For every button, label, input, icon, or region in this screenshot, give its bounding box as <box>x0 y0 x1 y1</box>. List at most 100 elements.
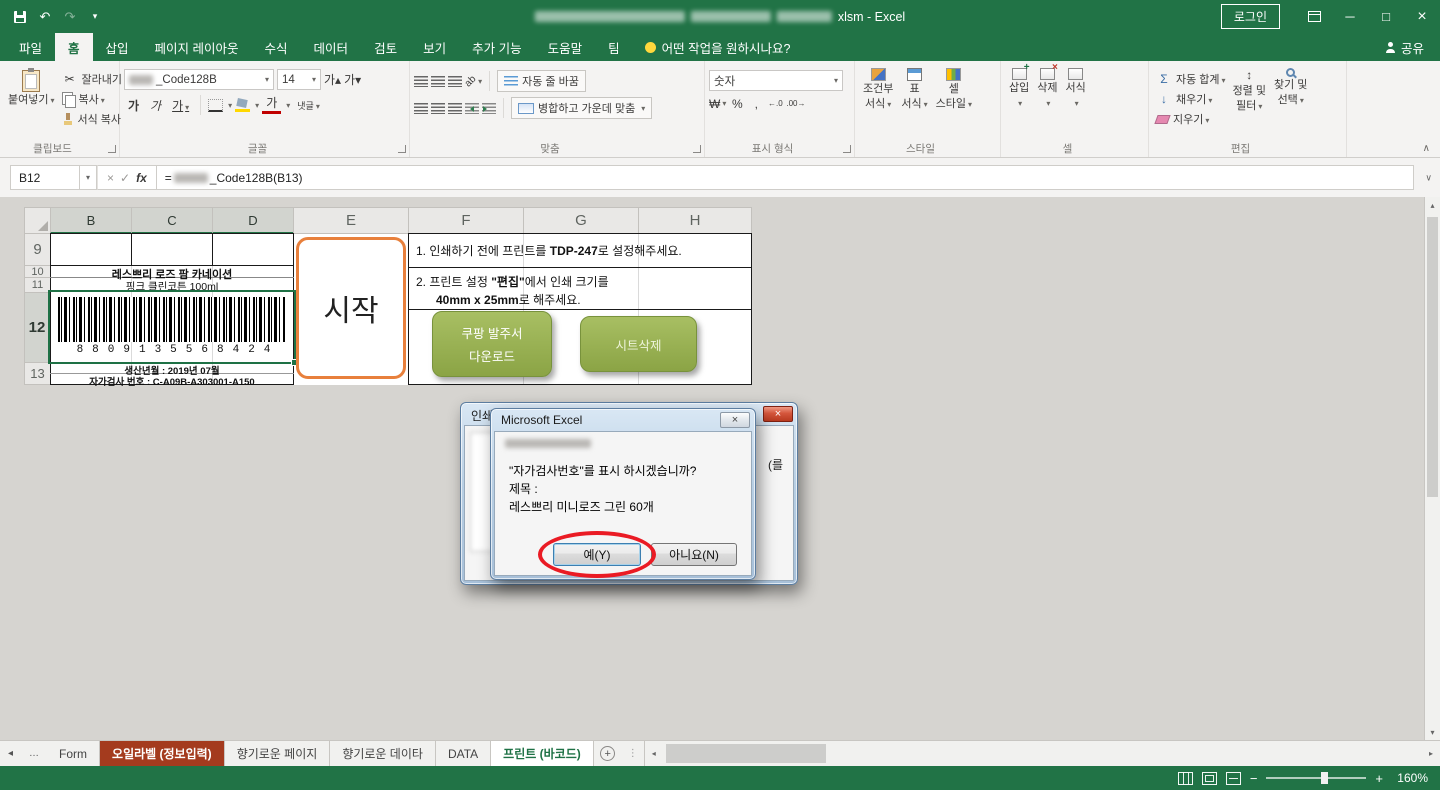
conditional-formatting-button[interactable]: 조건부 서식 <box>859 65 897 113</box>
align-bottom-button[interactable] <box>448 76 462 87</box>
delete-dropdown[interactable] <box>1044 97 1050 110</box>
normal-view-button[interactable] <box>1178 772 1193 785</box>
sheet-tab-form[interactable]: Form <box>47 741 100 766</box>
borders-dropdown[interactable] <box>226 99 232 111</box>
tab-page-layout[interactable]: 페이지 레이아웃 <box>142 33 252 61</box>
tab-data[interactable]: 데이터 <box>301 33 362 61</box>
no-button[interactable]: 아니요(N) <box>651 543 737 566</box>
column-header-C[interactable]: C <box>131 207 213 234</box>
ribbon-display-options-button[interactable] <box>1296 0 1332 33</box>
row-header-12[interactable]: 12 <box>24 292 51 363</box>
sheet-tab-print-barcode[interactable]: 프린트 (바코드) <box>491 741 594 766</box>
horizontal-scrollbar[interactable]: ◂ ▸ <box>644 741 1440 766</box>
accounting-format-button[interactable]: ₩ <box>709 96 726 111</box>
scroll-left-button[interactable]: ◂ <box>645 741 663 766</box>
redo-button[interactable]: ↷ <box>58 5 82 29</box>
tab-addins[interactable]: 추가 기능 <box>459 33 534 61</box>
sheet-nav-more-icon[interactable]: … <box>21 741 47 766</box>
align-top-button[interactable] <box>414 76 428 87</box>
format-painter-button[interactable]: 서식 복사 <box>59 109 125 129</box>
clear-button[interactable]: 지우기 <box>1153 109 1229 129</box>
orientation-button[interactable]: ab <box>465 74 482 89</box>
new-sheet-button[interactable]: + <box>594 741 622 766</box>
align-middle-button[interactable] <box>431 76 445 87</box>
column-header-D[interactable]: D <box>212 207 294 234</box>
zoom-in-button[interactable]: + <box>1375 771 1383 786</box>
find-select-button[interactable]: 찾기 및 선택 <box>1270 65 1311 109</box>
font-dialog-launcher-icon[interactable] <box>398 145 406 153</box>
sheet-tab-fragrant-data[interactable]: 향기로운 데이타 <box>330 741 436 766</box>
column-header-B[interactable]: B <box>50 207 132 234</box>
tab-insert[interactable]: 삽입 <box>93 33 142 61</box>
zoom-slider[interactable] <box>1266 777 1366 779</box>
clipboard-dialog-launcher-icon[interactable] <box>108 145 116 153</box>
decrease-font-size-button[interactable]: 가▾ <box>344 72 361 87</box>
number-dialog-launcher-icon[interactable] <box>843 145 851 153</box>
row-header-13[interactable]: 13 <box>24 362 51 385</box>
name-box[interactable]: B12 <box>10 165 80 190</box>
tab-help[interactable]: 도움말 <box>535 33 596 61</box>
increase-font-size-button[interactable]: 가▴ <box>324 72 341 87</box>
enter-entry-button[interactable]: ✓ <box>120 171 130 185</box>
start-button[interactable]: 시작 <box>296 237 406 379</box>
tab-file[interactable]: 파일 <box>6 33 55 61</box>
decrease-decimal-button[interactable]: .00→ <box>786 96 805 111</box>
fill-button[interactable]: ↓채우기 <box>1153 89 1229 109</box>
scroll-up-button[interactable]: ▴ <box>1425 197 1440 213</box>
tab-home[interactable]: 홈 <box>55 33 93 61</box>
align-right-button[interactable] <box>448 103 462 114</box>
insert-dropdown[interactable] <box>1016 97 1022 110</box>
align-center-button[interactable] <box>431 103 445 114</box>
row-header-11[interactable]: 11 <box>24 277 51 293</box>
coupang-download-button[interactable]: 쿠팡 발주서 다운로드 <box>432 311 552 377</box>
share-button[interactable]: 공유 <box>1385 33 1440 61</box>
name-box-dropdown[interactable]: ▾ <box>80 165 97 190</box>
sort-filter-button[interactable]: ↕ 정렬 및 필터 <box>1229 65 1270 115</box>
number-format-combo[interactable]: 숫자 ▾ <box>709 70 843 91</box>
font-size-combo[interactable]: 14 ▾ <box>277 69 321 90</box>
print-dialog-close-button[interactable]: × <box>763 406 793 422</box>
format-as-table-button[interactable]: 표 서식 <box>897 65 931 113</box>
fill-color-dropdown[interactable] <box>253 99 259 111</box>
horizontal-scroll-track[interactable] <box>663 741 1422 766</box>
autosum-button[interactable]: Σ자동 합계 <box>1153 69 1229 89</box>
format-dropdown[interactable] <box>1073 97 1079 110</box>
row-header-9[interactable]: 9 <box>24 233 51 266</box>
column-header-F[interactable]: F <box>408 207 524 234</box>
cell-styles-button[interactable]: 셀 스타일 <box>932 65 976 113</box>
cut-button[interactable]: ✂잘라내기 <box>59 69 125 89</box>
sheet-nav-left-icon[interactable]: ◂ <box>0 741 21 766</box>
page-layout-view-button[interactable] <box>1202 772 1217 785</box>
tab-view[interactable]: 보기 <box>410 33 459 61</box>
save-button[interactable] <box>8 5 32 29</box>
tell-me-box[interactable]: 어떤 작업을 원하시나요? <box>633 33 803 61</box>
qat-customize-button[interactable]: ▾ <box>83 5 107 29</box>
scroll-right-button[interactable]: ▸ <box>1422 741 1440 766</box>
tab-formulas[interactable]: 수식 <box>252 33 301 61</box>
scroll-down-button[interactable]: ▾ <box>1425 724 1440 740</box>
vertical-scroll-thumb[interactable] <box>1427 217 1438 497</box>
message-dialog-close-button[interactable]: × <box>720 412 750 428</box>
sheet-tab-oil-label[interactable]: 오일라벨 (정보입력) <box>100 741 225 766</box>
copy-button[interactable]: 복사 <box>59 89 125 109</box>
zoom-slider-thumb[interactable] <box>1321 772 1328 784</box>
delete-sheet-button[interactable]: 시트삭제 <box>580 316 697 372</box>
font-name-combo[interactable]: _Code128B ▾ <box>124 69 274 90</box>
increase-decimal-button[interactable]: ←.0 <box>767 96 783 111</box>
font-color-dropdown[interactable] <box>284 99 290 111</box>
phonetic-guide-button[interactable]: 냇글 <box>293 98 324 113</box>
tab-splitter-handle[interactable]: ⋮ <box>622 741 644 766</box>
wrap-text-button[interactable]: 자동 줄 바꿈 <box>497 70 586 92</box>
expand-formula-bar-button[interactable]: ∨ <box>1425 172 1432 183</box>
yes-button[interactable]: 예(Y) <box>553 543 641 566</box>
bold-button[interactable]: 가 <box>124 96 143 115</box>
formula-input[interactable]: = _Code128B(B13) <box>157 165 1414 190</box>
horizontal-scroll-thumb[interactable] <box>666 744 826 763</box>
cancel-entry-button[interactable]: × <box>107 171 114 185</box>
select-all-corner[interactable] <box>24 207 51 234</box>
column-header-H[interactable]: H <box>638 207 752 234</box>
undo-button[interactable]: ↶ <box>33 5 57 29</box>
comma-style-button[interactable]: , <box>748 96 764 111</box>
italic-button[interactable]: 가 <box>146 96 165 115</box>
font-color-button[interactable]: 가 <box>262 96 281 114</box>
